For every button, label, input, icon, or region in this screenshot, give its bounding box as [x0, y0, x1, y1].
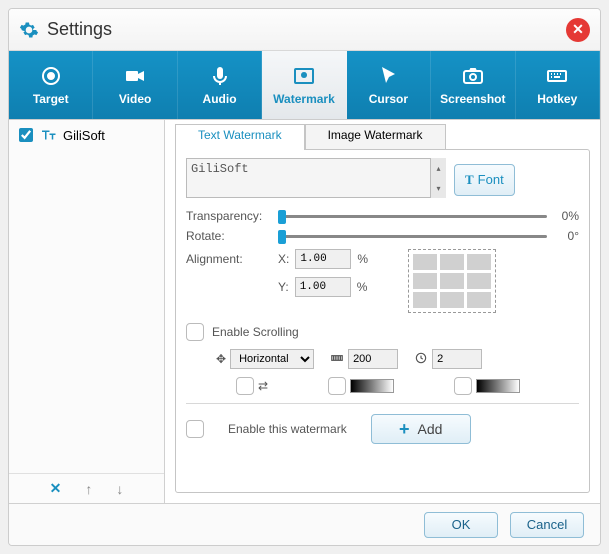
- titlebar: Settings ✕: [9, 9, 600, 51]
- x-unit: %: [357, 252, 368, 266]
- tab-watermark[interactable]: Watermark: [262, 51, 346, 119]
- tab-target[interactable]: Target: [9, 51, 93, 119]
- rotate-label: Rotate:: [186, 229, 272, 243]
- alignment-label: Alignment:: [186, 252, 272, 266]
- loop-checkbox[interactable]: [236, 377, 254, 395]
- move-up-button[interactable]: ↑: [85, 481, 92, 497]
- subtab-text[interactable]: Text Watermark: [175, 124, 305, 150]
- align-mid-right[interactable]: [467, 273, 491, 289]
- list-item-label: GiliSoft: [63, 128, 105, 143]
- window-title: Settings: [47, 19, 112, 40]
- align-mid-center[interactable]: [440, 273, 464, 289]
- duration-icon: [414, 351, 428, 368]
- enable-watermark-label: Enable this watermark: [228, 422, 347, 436]
- ok-button[interactable]: OK: [424, 512, 498, 538]
- align-top-left[interactable]: [413, 254, 437, 270]
- transparency-label: Transparency:: [186, 209, 272, 223]
- fade-in-icon: [350, 379, 394, 393]
- alignment-grid: [408, 249, 496, 313]
- tab-audio[interactable]: Audio: [178, 51, 262, 119]
- align-bot-center[interactable]: [440, 292, 464, 308]
- cancel-button[interactable]: Cancel: [510, 512, 584, 538]
- x-label: X:: [278, 252, 289, 266]
- gear-icon: [19, 20, 39, 40]
- align-bot-left[interactable]: [413, 292, 437, 308]
- separator: [186, 403, 579, 404]
- x-input[interactable]: [295, 249, 351, 269]
- close-button[interactable]: ✕: [566, 18, 590, 42]
- direction-icon: ✥: [216, 352, 226, 366]
- scroll-width-input[interactable]: [348, 349, 398, 369]
- tab-video[interactable]: Video: [93, 51, 177, 119]
- align-top-right[interactable]: [467, 254, 491, 270]
- subtab-bar: Text Watermark Image Watermark: [175, 124, 590, 150]
- text-watermark-panel: GiliSoft ▴▾ T Font Transparency: 0% Rota…: [175, 149, 590, 493]
- font-button[interactable]: T Font: [454, 164, 515, 196]
- fade-out-icon: [476, 379, 520, 393]
- font-icon: T: [465, 172, 474, 188]
- enable-watermark-checkbox[interactable]: [186, 420, 204, 438]
- rotate-value: 0°: [553, 229, 579, 243]
- body: GiliSoft ✕ ↑ ↓ Text Watermark Image Wate…: [9, 119, 600, 503]
- fade-in-checkbox[interactable]: [328, 377, 346, 395]
- remove-button[interactable]: ✕: [50, 480, 62, 497]
- rotate-slider[interactable]: [278, 235, 547, 238]
- transparency-value: 0%: [553, 209, 579, 223]
- scroll-duration-input[interactable]: [432, 349, 482, 369]
- tab-screenshot[interactable]: Screenshot: [431, 51, 515, 119]
- y-input[interactable]: [295, 277, 351, 297]
- fade-out-checkbox[interactable]: [454, 377, 472, 395]
- add-button[interactable]: + Add: [371, 414, 471, 444]
- y-unit: %: [357, 280, 368, 294]
- sidebar: GiliSoft ✕ ↑ ↓: [9, 120, 165, 503]
- tab-hotkey[interactable]: Hotkey: [516, 51, 600, 119]
- text-watermark-icon: [39, 126, 57, 144]
- textarea-scroll[interactable]: ▴▾: [430, 158, 446, 198]
- y-label: Y:: [278, 280, 289, 294]
- enable-scrolling-checkbox[interactable]: [186, 323, 204, 341]
- plus-icon: +: [399, 419, 410, 440]
- move-down-button[interactable]: ↓: [116, 481, 123, 497]
- align-bot-right[interactable]: [467, 292, 491, 308]
- list-item[interactable]: GiliSoft: [15, 124, 158, 146]
- list-item-checkbox[interactable]: [19, 128, 33, 142]
- scroll-direction-select[interactable]: Horizontal: [230, 349, 314, 369]
- sidebar-controls: ✕ ↑ ↓: [9, 473, 164, 503]
- align-mid-left[interactable]: [413, 273, 437, 289]
- settings-window: Settings ✕ Target Video Audio Watermark …: [8, 8, 601, 546]
- main-panel: Text Watermark Image Watermark GiliSoft …: [165, 120, 600, 503]
- width-icon: [330, 351, 344, 368]
- transparency-slider[interactable]: [278, 215, 547, 218]
- enable-scrolling-label: Enable Scrolling: [212, 325, 299, 339]
- watermark-text-input[interactable]: GiliSoft: [186, 158, 446, 198]
- main-tabbar: Target Video Audio Watermark Cursor Scre…: [9, 51, 600, 119]
- loop-icon: ⇄: [258, 379, 268, 393]
- align-top-center[interactable]: [440, 254, 464, 270]
- subtab-image[interactable]: Image Watermark: [305, 124, 446, 150]
- tab-cursor[interactable]: Cursor: [347, 51, 431, 119]
- watermark-list: GiliSoft: [9, 120, 164, 473]
- footer: OK Cancel: [9, 503, 600, 545]
